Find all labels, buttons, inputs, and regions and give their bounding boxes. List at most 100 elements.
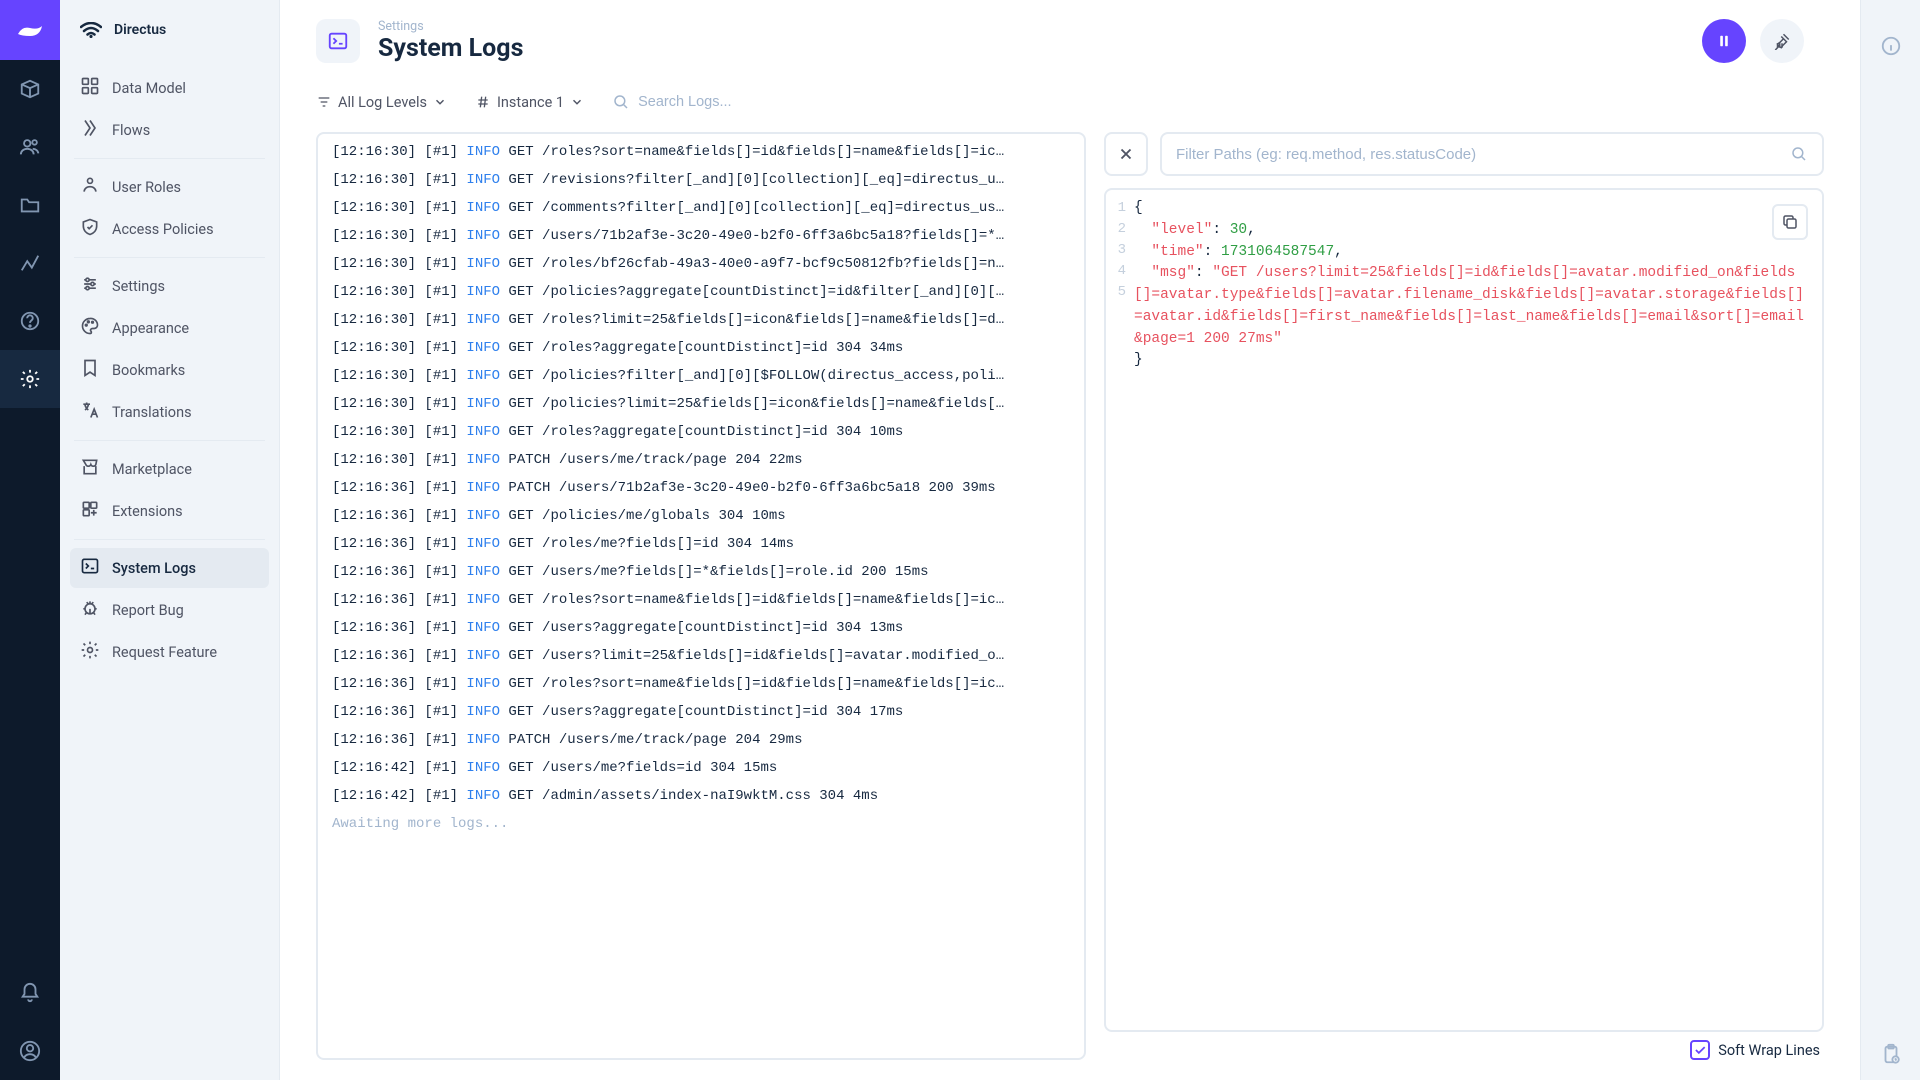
right-rail-info[interactable] — [1861, 20, 1920, 72]
sidebar-divider — [74, 539, 265, 540]
log-waiting: Awaiting more logs... — [318, 810, 1084, 838]
page-title: System Logs — [378, 34, 523, 63]
filter-paths-input[interactable] — [1176, 146, 1790, 163]
sidebar-list: Data ModelFlows User Roles Access Policies… — [60, 60, 279, 680]
filter-bar — [1104, 132, 1824, 176]
access-policies-icon — [80, 217, 100, 241]
rail-users[interactable] — [0, 118, 60, 176]
log-line[interactable]: [12:16:36] [#1] INFO GET /roles?sort=nam… — [318, 586, 1084, 614]
log-line[interactable]: [12:16:30] [#1] INFO PATCH /users/me/tra… — [318, 446, 1084, 474]
copy-json-button[interactable] — [1772, 204, 1808, 240]
sidebar-item-label: Request Feature — [112, 644, 217, 661]
sidebar-item-report-bug[interactable]: Report Bug — [70, 590, 269, 630]
page-icon — [316, 19, 360, 63]
search-logs[interactable] — [612, 93, 818, 111]
hash-icon — [475, 94, 491, 110]
user-roles-icon — [80, 175, 100, 199]
log-line[interactable]: [12:16:36] [#1] INFO GET /users?aggregat… — [318, 614, 1084, 642]
breadcrumb: Settings — [378, 19, 523, 34]
help-icon — [19, 310, 41, 332]
rail-files[interactable] — [0, 176, 60, 234]
log-line[interactable]: [12:16:36] [#1] INFO GET /users/me?field… — [318, 558, 1084, 586]
log-line[interactable]: [12:16:36] [#1] INFO PATCH /users/71b2af… — [318, 474, 1084, 502]
translations-icon — [80, 400, 100, 424]
log-line[interactable]: [12:16:30] [#1] INFO GET /policies?limit… — [318, 390, 1084, 418]
search-input[interactable] — [638, 94, 818, 110]
request-feature-icon — [80, 640, 100, 664]
sidebar-item-flows[interactable]: Flows — [70, 110, 269, 150]
sidebar-item-system-logs[interactable]: System Logs — [70, 548, 269, 588]
soft-wrap-toggle[interactable]: Soft Wrap Lines — [1104, 1032, 1824, 1060]
log-line[interactable]: [12:16:36] [#1] INFO GET /users?aggregat… — [318, 698, 1084, 726]
log-line[interactable]: [12:16:30] [#1] INFO GET /revisions?filt… — [318, 166, 1084, 194]
rail-notifications[interactable] — [0, 964, 60, 1022]
log-line[interactable]: [12:16:36] [#1] INFO PATCH /users/me/tra… — [318, 726, 1084, 754]
rabbit-icon — [16, 20, 44, 40]
log-panel[interactable]: [12:16:30] [#1] INFO GET /roles?sort=nam… — [316, 132, 1086, 1060]
log-line[interactable]: [12:16:42] [#1] INFO GET /users/me?field… — [318, 754, 1084, 782]
log-line[interactable]: [12:16:36] [#1] INFO GET /policies/me/gl… — [318, 502, 1084, 530]
sidebar-item-data-model[interactable]: Data Model — [70, 68, 269, 108]
sidebar-item-label: Extensions — [112, 503, 183, 520]
log-line[interactable]: [12:16:30] [#1] INFO GET /roles/bf26cfab… — [318, 250, 1084, 278]
filter-paths-wrap[interactable] — [1160, 132, 1824, 176]
sidebar-item-user-roles[interactable]: User Roles — [70, 167, 269, 207]
rail-collections[interactable] — [0, 60, 60, 118]
sidebar-item-translations[interactable]: Translations — [70, 392, 269, 432]
log-line[interactable]: [12:16:30] [#1] INFO GET /roles?aggregat… — [318, 418, 1084, 446]
log-line[interactable]: [12:16:30] [#1] INFO GET /comments?filte… — [318, 194, 1084, 222]
log-line[interactable]: [12:16:30] [#1] INFO GET /roles?aggregat… — [318, 334, 1084, 362]
gear-icon — [19, 368, 41, 390]
marketplace-icon — [80, 457, 100, 481]
bell-icon — [19, 982, 41, 1004]
sidebar-item-bookmarks[interactable]: Bookmarks — [70, 350, 269, 390]
soft-wrap-label: Soft Wrap Lines — [1718, 1042, 1820, 1059]
sidebar-item-appearance[interactable]: Appearance — [70, 308, 269, 348]
log-line[interactable]: [12:16:42] [#1] INFO GET /admin/assets/i… — [318, 782, 1084, 810]
content: [12:16:30] [#1] INFO GET /roles?sort=nam… — [280, 122, 1860, 1080]
sidebar-item-label: User Roles — [112, 179, 181, 196]
log-level-filter[interactable]: All Log Levels — [316, 94, 447, 111]
sidebar-item-label: Bookmarks — [112, 362, 185, 379]
clear-button[interactable] — [1760, 19, 1804, 63]
close-detail-button[interactable] — [1104, 132, 1148, 176]
rail-settings[interactable] — [0, 350, 60, 408]
search-icon — [1790, 145, 1808, 163]
log-line[interactable]: [12:16:30] [#1] INFO GET /roles?limit=25… — [318, 306, 1084, 334]
sidebar-item-access-policies[interactable]: Access Policies — [70, 209, 269, 249]
broom-icon — [1773, 32, 1791, 50]
json-viewer[interactable]: 1 2 3 4 5 { "level": 30, "time": 1731064… — [1104, 188, 1824, 1032]
log-level-label: All Log Levels — [338, 94, 427, 111]
log-line[interactable]: [12:16:36] [#1] INFO GET /roles/me?field… — [318, 530, 1084, 558]
rail-insights[interactable] — [0, 234, 60, 292]
info-icon — [1880, 35, 1902, 57]
json-gutter: 1 2 3 4 5 — [1106, 190, 1130, 1030]
sidebar-item-extensions[interactable]: Extensions — [70, 491, 269, 531]
pause-button[interactable] — [1702, 19, 1746, 63]
instance-filter[interactable]: Instance 1 — [475, 94, 584, 111]
instance-label: Instance 1 — [497, 94, 564, 111]
settings-icon — [80, 274, 100, 298]
logo[interactable] — [0, 0, 60, 60]
log-line[interactable]: [12:16:30] [#1] INFO GET /policies?filte… — [318, 362, 1084, 390]
bookmarks-icon — [80, 358, 100, 382]
rail-docs[interactable] — [0, 292, 60, 350]
log-line[interactable]: [12:16:30] [#1] INFO GET /roles?sort=nam… — [318, 138, 1084, 166]
extensions-icon — [80, 499, 100, 523]
checkbox-checked[interactable] — [1690, 1040, 1710, 1060]
log-line[interactable]: [12:16:30] [#1] INFO GET /users/71b2af3e… — [318, 222, 1084, 250]
toolbar: All Log Levels Instance 1 — [280, 82, 1860, 122]
copy-icon — [1781, 213, 1799, 231]
sidebar-divider — [74, 257, 265, 258]
right-rail-clipboard[interactable] — [1861, 1028, 1920, 1080]
sidebar-item-settings[interactable]: Settings — [70, 266, 269, 306]
rail-avatar[interactable] — [0, 1022, 60, 1080]
log-line[interactable]: [12:16:36] [#1] INFO GET /users?limit=25… — [318, 642, 1084, 670]
search-icon — [612, 93, 630, 111]
log-line[interactable]: [12:16:36] [#1] INFO GET /roles?sort=nam… — [318, 670, 1084, 698]
appearance-icon — [80, 316, 100, 340]
sidebar-item-request-feature[interactable]: Request Feature — [70, 632, 269, 672]
log-line[interactable]: [12:16:30] [#1] INFO GET /policies?aggre… — [318, 278, 1084, 306]
sidebar-item-marketplace[interactable]: Marketplace — [70, 449, 269, 489]
right-rail — [1860, 0, 1920, 1080]
